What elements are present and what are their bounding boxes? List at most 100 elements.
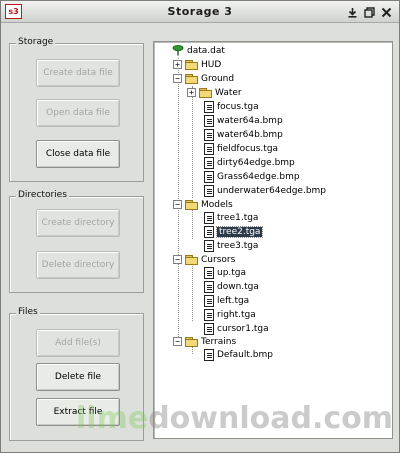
file-icon	[204, 294, 214, 307]
watermark-part-2: download.com	[148, 401, 394, 436]
delete-directory-button[interactable]: Delete directory	[36, 251, 120, 279]
tree-node-label: water64a.bmp	[217, 115, 283, 126]
tree-node-label: right.tga	[217, 309, 256, 320]
tree-folder-hud[interactable]: + HUD	[173, 58, 221, 71]
tree-root-label: data.dat	[187, 45, 225, 56]
file-icon	[204, 211, 214, 224]
tree-file[interactable]: water64a.bmp	[204, 114, 283, 127]
tree-node-label: Models	[201, 199, 233, 210]
close-data-file-button[interactable]: Close data file	[36, 140, 120, 168]
add-files-button[interactable]: Add file(s)	[36, 329, 120, 357]
tree-node-label: up.tga	[217, 267, 247, 278]
directories-group-label: Directories	[16, 190, 69, 200]
tree-connector	[192, 86, 193, 198]
database-icon	[172, 45, 184, 56]
tree-file[interactable]: tree3.tga	[204, 239, 258, 252]
tree-file[interactable]: left.tga	[204, 294, 249, 307]
tree-node-label: Grass64edge.bmp	[217, 171, 300, 182]
tree-node-label: Ground	[201, 73, 235, 84]
tree-node-label: HUD	[201, 59, 222, 70]
tree-connector	[192, 209, 193, 239]
file-icon	[204, 128, 214, 141]
tree-node-label: tree1.tga	[217, 212, 259, 223]
delete-file-button[interactable]: Delete file	[36, 363, 120, 391]
file-icon	[204, 348, 214, 361]
directories-group: Directories Create directory Delete dire…	[9, 190, 144, 293]
file-icon	[204, 184, 214, 197]
tree-node-label: Cursors	[201, 254, 236, 265]
tree-file[interactable]: tree1.tga	[204, 211, 258, 224]
file-icon	[204, 308, 214, 321]
file-icon	[204, 225, 214, 238]
file-icon	[204, 156, 214, 169]
expand-icon[interactable]: +	[187, 88, 196, 97]
folder-icon	[185, 199, 198, 210]
tree-node-label: tree2.tga	[215, 225, 264, 238]
tree-node-label: focus.tga	[217, 101, 259, 112]
storage-group-label: Storage	[16, 37, 56, 47]
tree-folder-water[interactable]: + Water	[187, 86, 242, 99]
create-directory-button[interactable]: Create directory	[36, 209, 120, 237]
folder-icon	[185, 254, 198, 265]
tree-node-label: fieldfocus.tga	[217, 143, 279, 154]
file-icon	[204, 170, 214, 183]
folder-icon	[185, 59, 198, 70]
file-icon	[204, 100, 214, 113]
watermark-part-1: lime	[76, 401, 149, 436]
collapse-icon[interactable]: −	[173, 74, 182, 83]
tree-node-label: cursor1.tga	[217, 323, 269, 334]
tree-file[interactable]: right.tga	[204, 308, 256, 321]
collapse-icon[interactable]: −	[173, 200, 182, 209]
tree-file[interactable]: underwater64edge.bmp	[204, 184, 326, 197]
file-tree[interactable]: data.dat + HUD − Ground + Water focus.tg…	[153, 41, 393, 439]
tree-folder-ground[interactable]: − Ground	[173, 72, 234, 85]
collapse-icon[interactable]: −	[173, 255, 182, 264]
tree-node-label: dirty64edge.bmp	[217, 157, 295, 168]
tree-file[interactable]: Default.bmp	[204, 348, 273, 361]
tree-file[interactable]: dirty64edge.bmp	[204, 156, 295, 169]
open-data-file-button[interactable]: Open data file	[36, 99, 120, 127]
expand-icon[interactable]: +	[173, 60, 182, 69]
tree-node-label: Water	[215, 87, 242, 98]
tree-root[interactable]: data.dat	[172, 44, 225, 57]
main-window: s3 Storage 3 Storage Create data file Op…	[0, 0, 400, 453]
tree-file[interactable]: fieldfocus.tga	[204, 142, 278, 155]
folder-icon	[185, 336, 198, 347]
file-icon	[204, 266, 214, 279]
file-icon	[204, 280, 214, 293]
tree-folder-models[interactable]: − Models	[173, 198, 233, 211]
collapse-icon[interactable]: −	[173, 337, 182, 346]
tree-node-label: underwater64edge.bmp	[217, 185, 327, 196]
file-icon	[204, 114, 214, 127]
watermark: limedownload.com	[76, 401, 393, 436]
download-icon[interactable]	[345, 5, 359, 19]
file-icon	[204, 239, 214, 252]
folder-icon	[199, 87, 212, 98]
restore-icon[interactable]	[362, 5, 376, 19]
folder-icon	[185, 73, 198, 84]
tree-file[interactable]: focus.tga	[204, 100, 259, 113]
tree-file-selected[interactable]: tree2.tga	[204, 225, 264, 238]
tree-node-label: left.tga	[217, 295, 250, 306]
create-data-file-button[interactable]: Create data file	[36, 59, 120, 87]
window-title: Storage 3	[167, 5, 233, 18]
tree-node-label: Default.bmp	[217, 349, 273, 360]
tree-file[interactable]: cursor1.tga	[204, 322, 269, 335]
title-bar[interactable]: s3 Storage 3	[1, 1, 399, 23]
tree-file[interactable]: up.tga	[204, 266, 246, 279]
storage-group: Storage Create data file Open data file …	[9, 37, 144, 182]
close-icon[interactable]	[379, 5, 393, 19]
tree-folder-cursors[interactable]: − Cursors	[173, 253, 235, 266]
tree-file[interactable]: Grass64edge.bmp	[204, 170, 300, 183]
tree-folder-terrains[interactable]: − Terrains	[173, 335, 236, 348]
tree-node-label: water64b.bmp	[217, 129, 283, 140]
file-icon	[204, 322, 214, 335]
tree-node-label: tree3.tga	[217, 240, 259, 251]
file-icon	[204, 142, 214, 155]
tree-node-label: down.tga	[217, 281, 259, 292]
tree-node-label: Terrains	[201, 336, 237, 347]
tree-file[interactable]: down.tga	[204, 280, 259, 293]
files-group-label: Files	[16, 307, 40, 317]
tree-connector	[192, 264, 193, 321]
tree-file[interactable]: water64b.bmp	[204, 128, 283, 141]
